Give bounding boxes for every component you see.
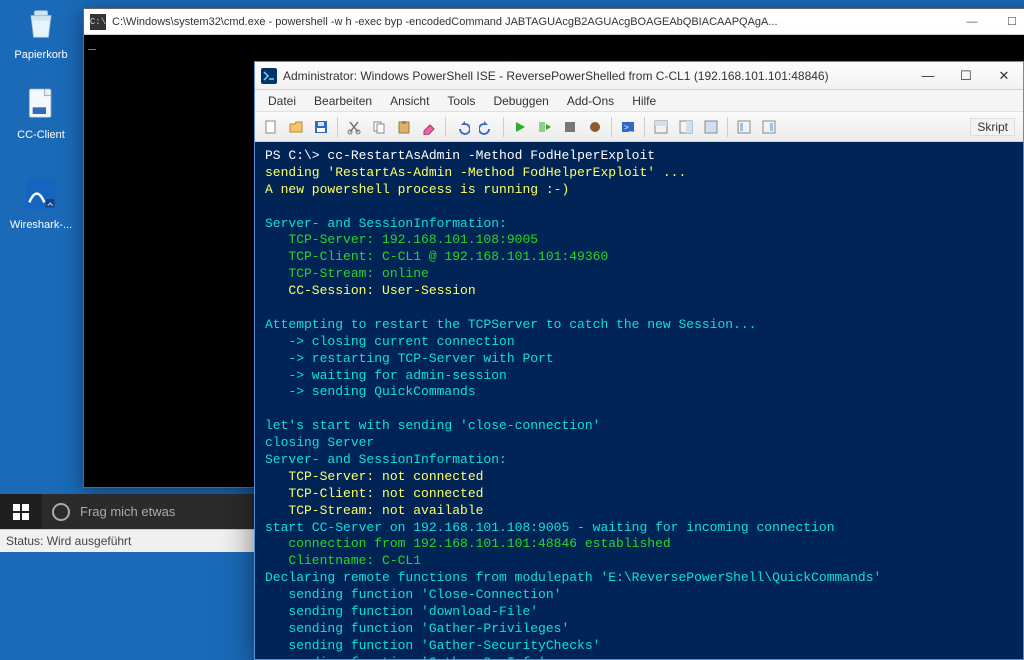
script-file-icon xyxy=(19,82,63,126)
cortana-icon xyxy=(52,503,70,521)
skript-toggle[interactable]: Skript xyxy=(970,118,1015,136)
recycle-bin-icon xyxy=(19,2,63,46)
console-line: closing Server xyxy=(265,435,374,450)
console-line: TCP-Server: 192.168.101.108:9005 xyxy=(265,232,538,247)
console-line: start CC-Server on 192.168.101.108:9005 … xyxy=(265,520,835,535)
menu-ansicht[interactable]: Ansicht xyxy=(381,92,438,110)
console-line: Clientname: C-CL1 xyxy=(265,553,421,568)
status-text: Status: Wird ausgeführt xyxy=(6,534,131,548)
console-line: -> sending QuickCommands xyxy=(265,384,476,399)
new-remote-tab-icon[interactable]: >_ xyxy=(616,115,640,139)
console-line: sending function 'download-File' xyxy=(265,604,538,619)
console-line: -> restarting TCP-Server with Port xyxy=(265,351,554,366)
new-file-icon[interactable] xyxy=(259,115,283,139)
command-input: cc-RestartAsAdmin -Method FodHelperExplo… xyxy=(327,148,655,163)
console-line: let's start with sending 'close-connecti… xyxy=(265,418,600,433)
console-line: sending function 'Gather-SysInfo' xyxy=(265,655,546,659)
desktop-icon-label: CC-Client xyxy=(6,129,76,141)
copy-icon[interactable] xyxy=(367,115,391,139)
cmd-title-text: C:\Windows\system32\cmd.exe - powershell… xyxy=(112,16,952,28)
ise-window[interactable]: Administrator: Windows PowerShell ISE - … xyxy=(254,61,1024,660)
cmd-cursor: _ xyxy=(88,37,96,52)
save-icon[interactable] xyxy=(309,115,333,139)
show-script-max-icon[interactable] xyxy=(699,115,723,139)
breakpoint-icon[interactable] xyxy=(583,115,607,139)
console-line: -> closing current connection xyxy=(265,334,515,349)
ise-title-text: Administrator: Windows PowerShell ISE - … xyxy=(283,69,909,83)
undo-icon[interactable] xyxy=(450,115,474,139)
ise-console[interactable]: PS C:\> cc-RestartAsAdmin -Method FodHel… xyxy=(255,142,1023,659)
prompt: PS C:\> xyxy=(265,148,327,163)
console-line: CC-Session: User-Session xyxy=(265,283,476,298)
console-line: sending 'RestartAs-Admin -Method FodHelp… xyxy=(265,165,686,180)
status-strip: Status: Wird ausgeführt xyxy=(0,529,255,552)
console-line: Attempting to restart the TCPServer to c… xyxy=(265,317,756,332)
open-file-icon[interactable] xyxy=(284,115,308,139)
cmd-icon: C:\ xyxy=(90,14,106,30)
minimize-button[interactable]: — xyxy=(952,9,992,35)
console-line: A new powershell process is running :-) xyxy=(265,182,569,197)
console-line: sending function 'Gather-Privileges' xyxy=(265,621,569,636)
console-line: -> waiting for admin-session xyxy=(265,368,507,383)
ise-titlebar[interactable]: Administrator: Windows PowerShell ISE - … xyxy=(255,62,1023,90)
console-line: sending function 'Gather-SecurityChecks' xyxy=(265,638,600,653)
console-line: Server- and SessionInformation: xyxy=(265,216,507,231)
desktop-icon-wireshark[interactable]: Wireshark-... xyxy=(6,172,76,231)
show-script-pane-icon[interactable] xyxy=(649,115,673,139)
clear-icon[interactable] xyxy=(417,115,441,139)
run-selection-icon[interactable] xyxy=(533,115,557,139)
console-line: Server- and SessionInformation: xyxy=(265,452,507,467)
cmd-titlebar[interactable]: C:\ C:\Windows\system32\cmd.exe - powers… xyxy=(84,9,1024,35)
desktop-icon-label: Papierkorb xyxy=(6,49,76,61)
console-line: sending function 'Close-Connection' xyxy=(265,587,561,602)
cut-icon[interactable] xyxy=(342,115,366,139)
console-line: TCP-Server: not connected xyxy=(265,469,483,484)
taskbar-search[interactable]: Frag mich etwas xyxy=(42,494,255,529)
console-line: TCP-Stream: not available xyxy=(265,503,483,518)
console-line: connection from 192.168.101.101:48846 es… xyxy=(265,536,671,551)
menu-bearbeiten[interactable]: Bearbeiten xyxy=(305,92,381,110)
powershell-ise-icon xyxy=(261,68,277,84)
desktop-icon-label: Wireshark-... xyxy=(6,219,76,231)
run-icon[interactable] xyxy=(508,115,532,139)
ise-menubar[interactable]: Datei Bearbeiten Ansicht Tools Debuggen … xyxy=(255,90,1023,112)
start-button[interactable] xyxy=(0,494,42,529)
console-line: TCP-Client: not connected xyxy=(265,486,483,501)
stop-icon[interactable] xyxy=(558,115,582,139)
console-line: TCP-Client: C-CL1 @ 192.168.101.101:4936… xyxy=(265,249,608,264)
show-command-window-icon[interactable] xyxy=(757,115,781,139)
minimize-button[interactable]: — xyxy=(909,62,947,90)
menu-tools[interactable]: Tools xyxy=(438,92,484,110)
close-button[interactable]: ✕ xyxy=(985,62,1023,90)
ise-toolbar[interactable]: >_ Skript xyxy=(255,112,1023,142)
menu-debuggen[interactable]: Debuggen xyxy=(484,92,557,110)
console-line: TCP-Stream: online xyxy=(265,266,429,281)
maximize-button[interactable]: ☐ xyxy=(947,62,985,90)
desktop-icon-cc-client[interactable]: CC-Client xyxy=(6,82,76,141)
taskbar[interactable]: Frag mich etwas xyxy=(0,494,255,529)
show-command-addon-icon[interactable] xyxy=(732,115,756,139)
wireshark-icon xyxy=(19,172,63,216)
maximize-button[interactable]: ☐ xyxy=(992,9,1024,35)
console-line: Declaring remote functions from modulepa… xyxy=(265,570,881,585)
search-placeholder: Frag mich etwas xyxy=(80,504,175,519)
svg-text:>_: >_ xyxy=(624,123,634,132)
paste-icon[interactable] xyxy=(392,115,416,139)
desktop-icon-recycle-bin[interactable]: Papierkorb xyxy=(6,2,76,61)
show-script-right-icon[interactable] xyxy=(674,115,698,139)
menu-addons[interactable]: Add-Ons xyxy=(558,92,623,110)
menu-datei[interactable]: Datei xyxy=(259,92,305,110)
redo-icon[interactable] xyxy=(475,115,499,139)
menu-hilfe[interactable]: Hilfe xyxy=(623,92,665,110)
